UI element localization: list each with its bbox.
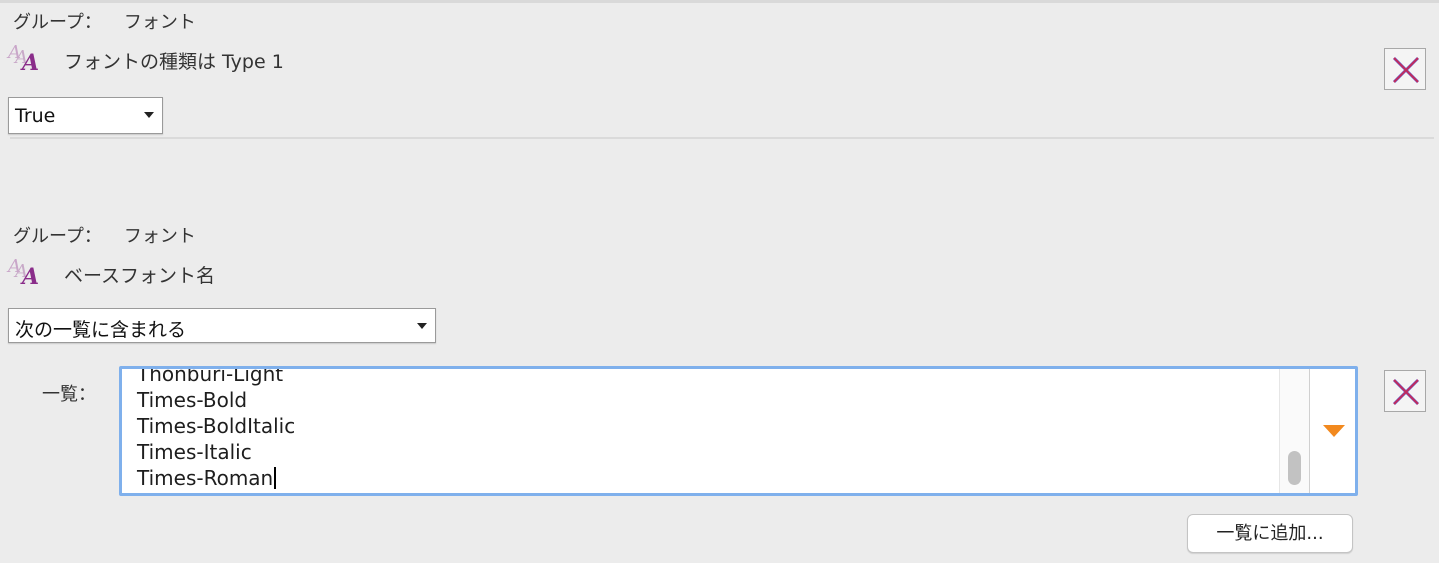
close-x-icon [1392,56,1420,84]
chevron-down-icon [144,112,154,118]
chevron-down-icon [417,323,427,329]
remove-rule-button[interactable] [1384,48,1426,90]
group-row: グループ： フォント [13,8,196,34]
condition-label: フォントの種類は Type 1 [64,51,284,73]
triangle-down-icon [1323,425,1345,437]
list-item: Thonburi-Light [137,366,284,386]
value-select[interactable]: True [8,97,163,134]
list-label: 一覧： [42,384,96,405]
operator-select[interactable]: 次の一覧に含まれる [8,308,436,343]
list-item: Times-Bold [137,388,248,412]
text-caret [274,467,277,489]
group-value: フォント [123,12,196,33]
top-divider [0,0,1439,3]
font-size-icon: AAA [8,256,40,290]
value-select-text: True [15,105,56,127]
close-x-icon [1392,378,1420,406]
font-size-icon: AAA [8,42,40,76]
condition-label: ベースフォント名 [64,265,216,287]
group-label: グループ： [13,12,102,33]
operator-select-text: 次の一覧に含まれる [15,319,187,341]
rule-divider [10,137,1434,139]
group-row: グループ： フォント [13,222,196,248]
scrollbar-thumb[interactable] [1288,451,1301,485]
list-item: Times-Roman [137,465,295,491]
scrollbar[interactable] [1279,369,1310,493]
group-label: グループ： [13,226,102,247]
group-value: フォント [123,226,196,247]
list-menu-button[interactable] [1309,369,1355,493]
list-item-text: Times-Roman [137,466,274,490]
remove-rule-button[interactable] [1384,370,1426,412]
list-lines: Thonburi-Light Times-Bold Times-BoldItal… [137,366,296,491]
list-item: Times-BoldItalic [137,414,296,438]
add-to-list-button[interactable]: 一覧に追加... [1187,514,1353,553]
font-name-list-textarea[interactable]: Thonburi-Light Times-Bold Times-BoldItal… [119,366,1358,496]
list-item: Times-Italic [137,440,252,464]
